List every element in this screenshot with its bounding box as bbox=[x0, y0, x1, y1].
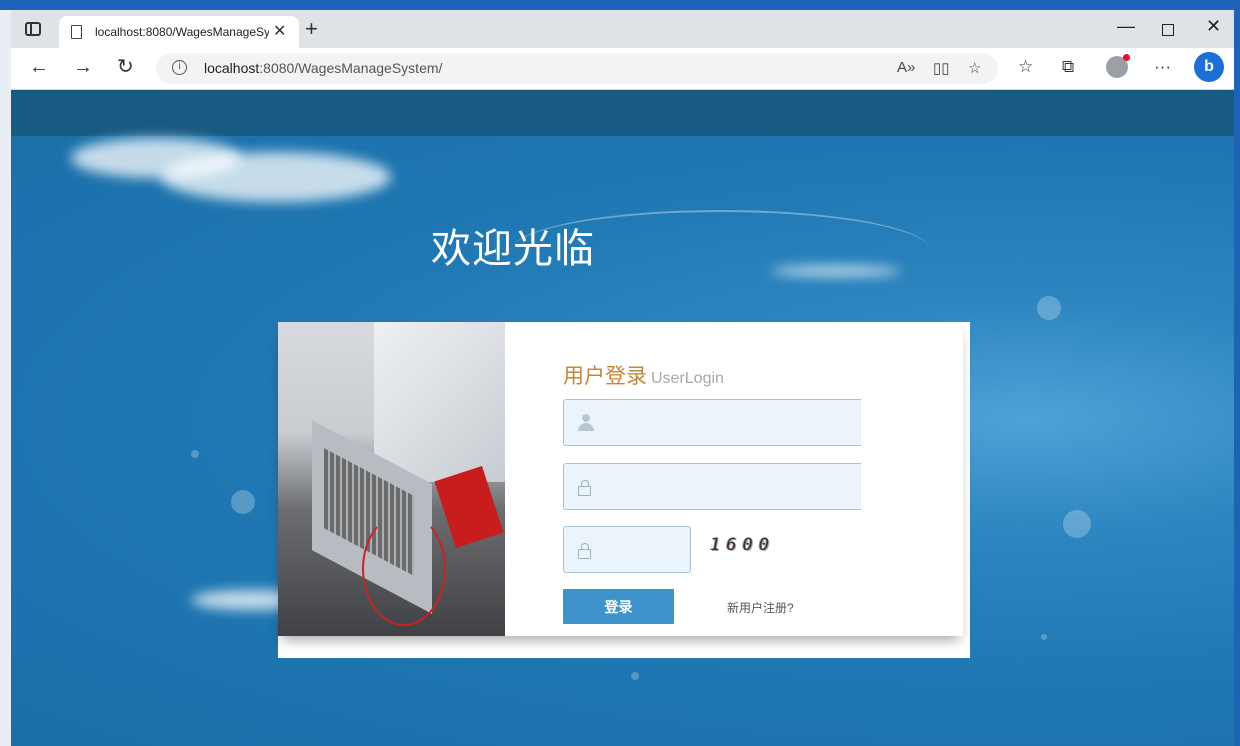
desktop-taskbar-strip bbox=[0, 0, 1240, 10]
favorites-icon[interactable]: ☆ bbox=[1018, 57, 1033, 77]
bubble bbox=[1041, 634, 1047, 640]
bubble bbox=[1063, 510, 1091, 538]
collections-icon[interactable]: ⧉ bbox=[1062, 57, 1074, 77]
password-field[interactable] bbox=[563, 463, 861, 511]
read-aloud-icon[interactable]: A» bbox=[897, 59, 915, 76]
captcha-input[interactable] bbox=[600, 527, 684, 574]
browser-toolbar: ← → ↻ i localhost:8080/WagesManageSystem… bbox=[11, 48, 1234, 90]
username-input[interactable] bbox=[600, 400, 854, 447]
back-icon[interactable]: ← bbox=[29, 57, 49, 77]
register-link[interactable]: 新用户注册? bbox=[727, 599, 794, 616]
laptop-photo bbox=[278, 322, 505, 636]
photo-cable bbox=[362, 512, 446, 626]
welcome-heading: 欢迎光临 bbox=[431, 227, 595, 271]
refresh-icon[interactable]: ↻ bbox=[117, 57, 134, 77]
bubble bbox=[231, 490, 255, 514]
login-button[interactable]: 登录 bbox=[563, 589, 674, 624]
info-icon[interactable]: i bbox=[172, 60, 187, 75]
url-text[interactable]: localhost:8080/WagesManageSystem/ bbox=[204, 60, 442, 76]
desktop-right-strip bbox=[1234, 10, 1240, 746]
password-input[interactable] bbox=[600, 464, 854, 511]
lock-icon bbox=[578, 543, 592, 559]
login-panel: 用户登录 UserLogin 1600 登录 新用户注册? bbox=[278, 322, 970, 658]
bing-icon[interactable]: b bbox=[1194, 52, 1224, 82]
bubble bbox=[191, 450, 199, 458]
login-title-en: UserLogin bbox=[651, 370, 724, 387]
tab-actions-icon[interactable] bbox=[25, 22, 41, 36]
browser-window: localhost:8080/WagesManageSystem/ ✕ + — … bbox=[11, 10, 1234, 746]
tab-bar: localhost:8080/WagesManageSystem/ ✕ + — … bbox=[11, 10, 1234, 48]
close-tab-icon[interactable]: ✕ bbox=[273, 21, 286, 41]
minimize-icon[interactable]: — bbox=[1117, 16, 1135, 37]
add-favorite-icon[interactable]: ☆ bbox=[968, 59, 981, 77]
lock-icon bbox=[578, 480, 592, 496]
tab-title: localhost:8080/WagesManageSystem/ bbox=[95, 25, 269, 39]
address-bar[interactable]: i localhost:8080/WagesManageSystem/ A» ▯… bbox=[156, 53, 998, 84]
maximize-icon[interactable] bbox=[1162, 24, 1174, 36]
more-icon[interactable]: ··· bbox=[1154, 57, 1171, 77]
login-title-cn: 用户登录 bbox=[563, 365, 647, 388]
split-screen-icon[interactable]: ▯▯ bbox=[933, 59, 950, 77]
photo-shirt bbox=[374, 322, 505, 482]
page-icon bbox=[71, 25, 82, 39]
bubble bbox=[631, 672, 639, 680]
captcha-image[interactable]: 1600 bbox=[710, 535, 800, 561]
header-strip bbox=[11, 90, 1234, 136]
close-window-icon[interactable]: ✕ bbox=[1206, 16, 1221, 37]
bubble bbox=[1037, 296, 1061, 320]
notification-dot bbox=[1123, 54, 1130, 61]
login-card: 用户登录 UserLogin 1600 登录 新用户注册? bbox=[278, 322, 963, 636]
active-tab[interactable]: localhost:8080/WagesManageSystem/ ✕ bbox=[59, 16, 299, 48]
new-tab-icon[interactable]: + bbox=[305, 18, 318, 40]
forward-icon[interactable]: → bbox=[73, 57, 93, 77]
username-field[interactable] bbox=[563, 399, 861, 447]
captcha-field[interactable] bbox=[563, 526, 691, 574]
login-title: 用户登录 UserLogin bbox=[563, 360, 724, 390]
user-icon bbox=[578, 414, 594, 431]
page-content: 欢迎光临 用户登录 UserLogin 1600 登录 新用户注册? bbox=[11, 90, 1234, 746]
cloud bbox=[161, 152, 391, 202]
